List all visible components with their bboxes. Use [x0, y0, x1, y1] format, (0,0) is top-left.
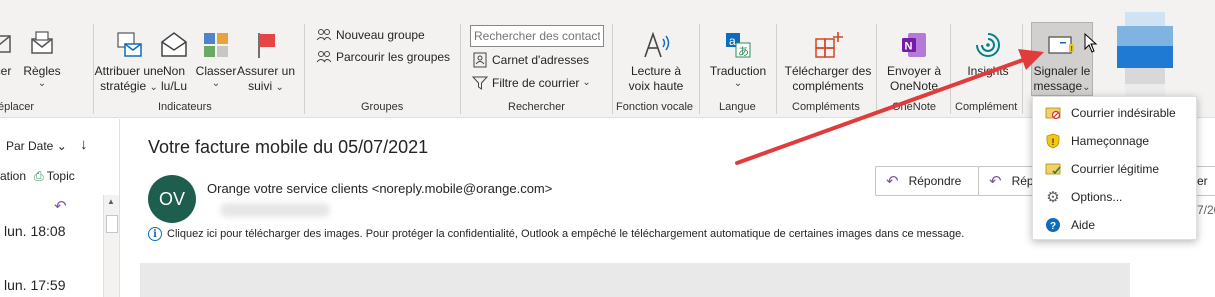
mouse-cursor-icon [1084, 33, 1098, 53]
insights-icon [971, 28, 1005, 62]
svg-text:!: ! [1071, 46, 1073, 53]
scrollbar[interactable]: ▲ [103, 195, 119, 297]
address-book-button[interactable]: Carnet d'adresses [472, 49, 589, 71]
divider [1022, 24, 1023, 114]
reply-icon: ↶ [886, 173, 899, 190]
svg-text:!: ! [1052, 137, 1055, 147]
move-button[interactable]: cer [0, 28, 20, 79]
view-option-fragment[interactable]: ation [0, 169, 26, 183]
group-label-language: Langue [719, 101, 756, 113]
divider [876, 24, 877, 114]
group-label-move: éplacer [0, 101, 35, 113]
chevron-down-icon: ⌄ [56, 139, 67, 153]
address-book-icon [472, 52, 488, 68]
divider [304, 24, 305, 114]
phishing-shield-icon: ! [1045, 133, 1061, 149]
group-label-groups: Groupes [361, 101, 404, 113]
assign-policy-button[interactable]: Attribuer une stratégie ⌄ [95, 28, 163, 94]
translate-button[interactable]: aあ Traduction ⌄ [706, 28, 770, 89]
scroll-thumb[interactable] [106, 215, 118, 233]
divider [776, 24, 777, 114]
read-aloud-button[interactable]: Lecture à voix haute [626, 28, 686, 94]
sort-direction-arrow-icon[interactable]: ↓ [80, 136, 88, 153]
menu-item-phishing[interactable]: ! Hameçonnage [1033, 127, 1198, 155]
chevron-down-icon: ⌄ [582, 77, 591, 88]
sender-address[interactable]: Orange votre service clients <noreply.mo… [207, 181, 552, 196]
group-label-onenote: OneNote [892, 101, 937, 113]
insights-button[interactable]: Insights [960, 28, 1016, 79]
move-icon [0, 28, 17, 62]
info-icon: i [148, 227, 162, 241]
divider [460, 24, 461, 114]
menu-item-not-junk[interactable]: Courrier légitime [1033, 155, 1198, 183]
read-aloud-icon [639, 28, 673, 62]
divider [950, 24, 951, 114]
reply-all-icon: ↶ [989, 173, 1002, 190]
topic-icon: ⎙ [34, 169, 44, 183]
people-icon [316, 49, 332, 65]
people-add-icon [316, 27, 332, 43]
onenote-icon: N [897, 28, 931, 62]
report-message-menu: Courrier indésirable ! Hameçonnage Courr… [1032, 96, 1197, 240]
svg-text:?: ? [1050, 221, 1056, 232]
policy-icon [112, 28, 146, 62]
blurred-recipient [220, 203, 330, 217]
rules-icon [25, 28, 59, 62]
message-body [140, 263, 1130, 297]
search-contacts-input[interactable] [470, 25, 604, 47]
svg-text:a: a [729, 34, 736, 48]
reply-icon: ↶ [54, 198, 67, 215]
chevron-down-icon: ⌄ [733, 78, 743, 89]
filter-icon [472, 75, 488, 91]
message-subject: Votre facture mobile du 05/07/2021 [148, 137, 429, 157]
menu-item-junk[interactable]: Courrier indésirable [1033, 99, 1198, 127]
svg-text:N: N [905, 41, 913, 53]
menu-item-help[interactable]: ? Aide [1033, 211, 1198, 239]
addins-icon [811, 28, 845, 62]
group-label-tags: Indicateurs [158, 101, 212, 113]
reply-all-button[interactable]: ↶ Rép [978, 166, 1038, 196]
filter-mail-button[interactable]: Filtre de courrier ⌄ [472, 72, 591, 94]
message-date-fragment: 7/20 [1197, 203, 1215, 217]
svg-text:あ: あ [738, 45, 749, 58]
category-icon [199, 28, 233, 62]
divider [612, 24, 613, 114]
unread-read-button[interactable]: Non lu/Lu [156, 28, 192, 94]
download-images-infobar[interactable]: i Cliquez ici pour télécharger des image… [148, 227, 964, 241]
divider [699, 24, 700, 114]
list-item-time[interactable]: lun. 17:59 [4, 277, 66, 293]
envelope-open-icon [157, 28, 191, 62]
avatar[interactable]: OV [148, 175, 196, 223]
report-envelope-icon: ! [1045, 28, 1079, 62]
new-group-button[interactable]: Nouveau groupe [316, 24, 425, 46]
not-junk-icon [1045, 161, 1061, 177]
rules-button[interactable]: Règles ⌄ [22, 28, 62, 89]
reply-button[interactable]: ↶ Répondre [875, 166, 979, 196]
group-label-addins: Compléments [792, 101, 860, 113]
browse-groups-button[interactable]: Parcourir les groupes [316, 46, 450, 68]
menu-item-options[interactable]: ⚙ Options... [1033, 183, 1198, 211]
get-addins-button[interactable]: Télécharger des compléments [784, 28, 872, 94]
group-label-speech: Fonction vocale [616, 101, 694, 113]
list-item-time[interactable]: lun. 18:08 [4, 223, 66, 239]
chevron-down-icon: ⌄ [37, 78, 47, 89]
translate-icon: aあ [721, 28, 755, 62]
group-label-addin: Complément [955, 101, 1018, 113]
junk-icon [1045, 105, 1061, 121]
group-label-find: Rechercher [508, 101, 565, 113]
send-to-onenote-button[interactable]: N Envoyer à OneNote [884, 28, 944, 94]
gear-icon: ⚙ [1046, 189, 1060, 206]
sort-dropdown[interactable]: Par Date ⌄ [6, 139, 67, 153]
categorize-button[interactable]: Classer ⌄ [196, 28, 236, 89]
topic-button[interactable]: ⎙ Topic [34, 169, 75, 184]
follow-up-button[interactable]: Assurer un suivi ⌄ [237, 28, 295, 94]
flag-icon [249, 28, 283, 62]
scroll-up-arrow-icon[interactable]: ▲ [107, 197, 115, 206]
chevron-down-icon: ⌄ [211, 78, 221, 89]
help-icon: ? [1045, 217, 1061, 233]
message-list-pane: Par Date ⌄ ↓ ation ⎙ Topic ↶ lun. 18:08 … [0, 119, 120, 297]
